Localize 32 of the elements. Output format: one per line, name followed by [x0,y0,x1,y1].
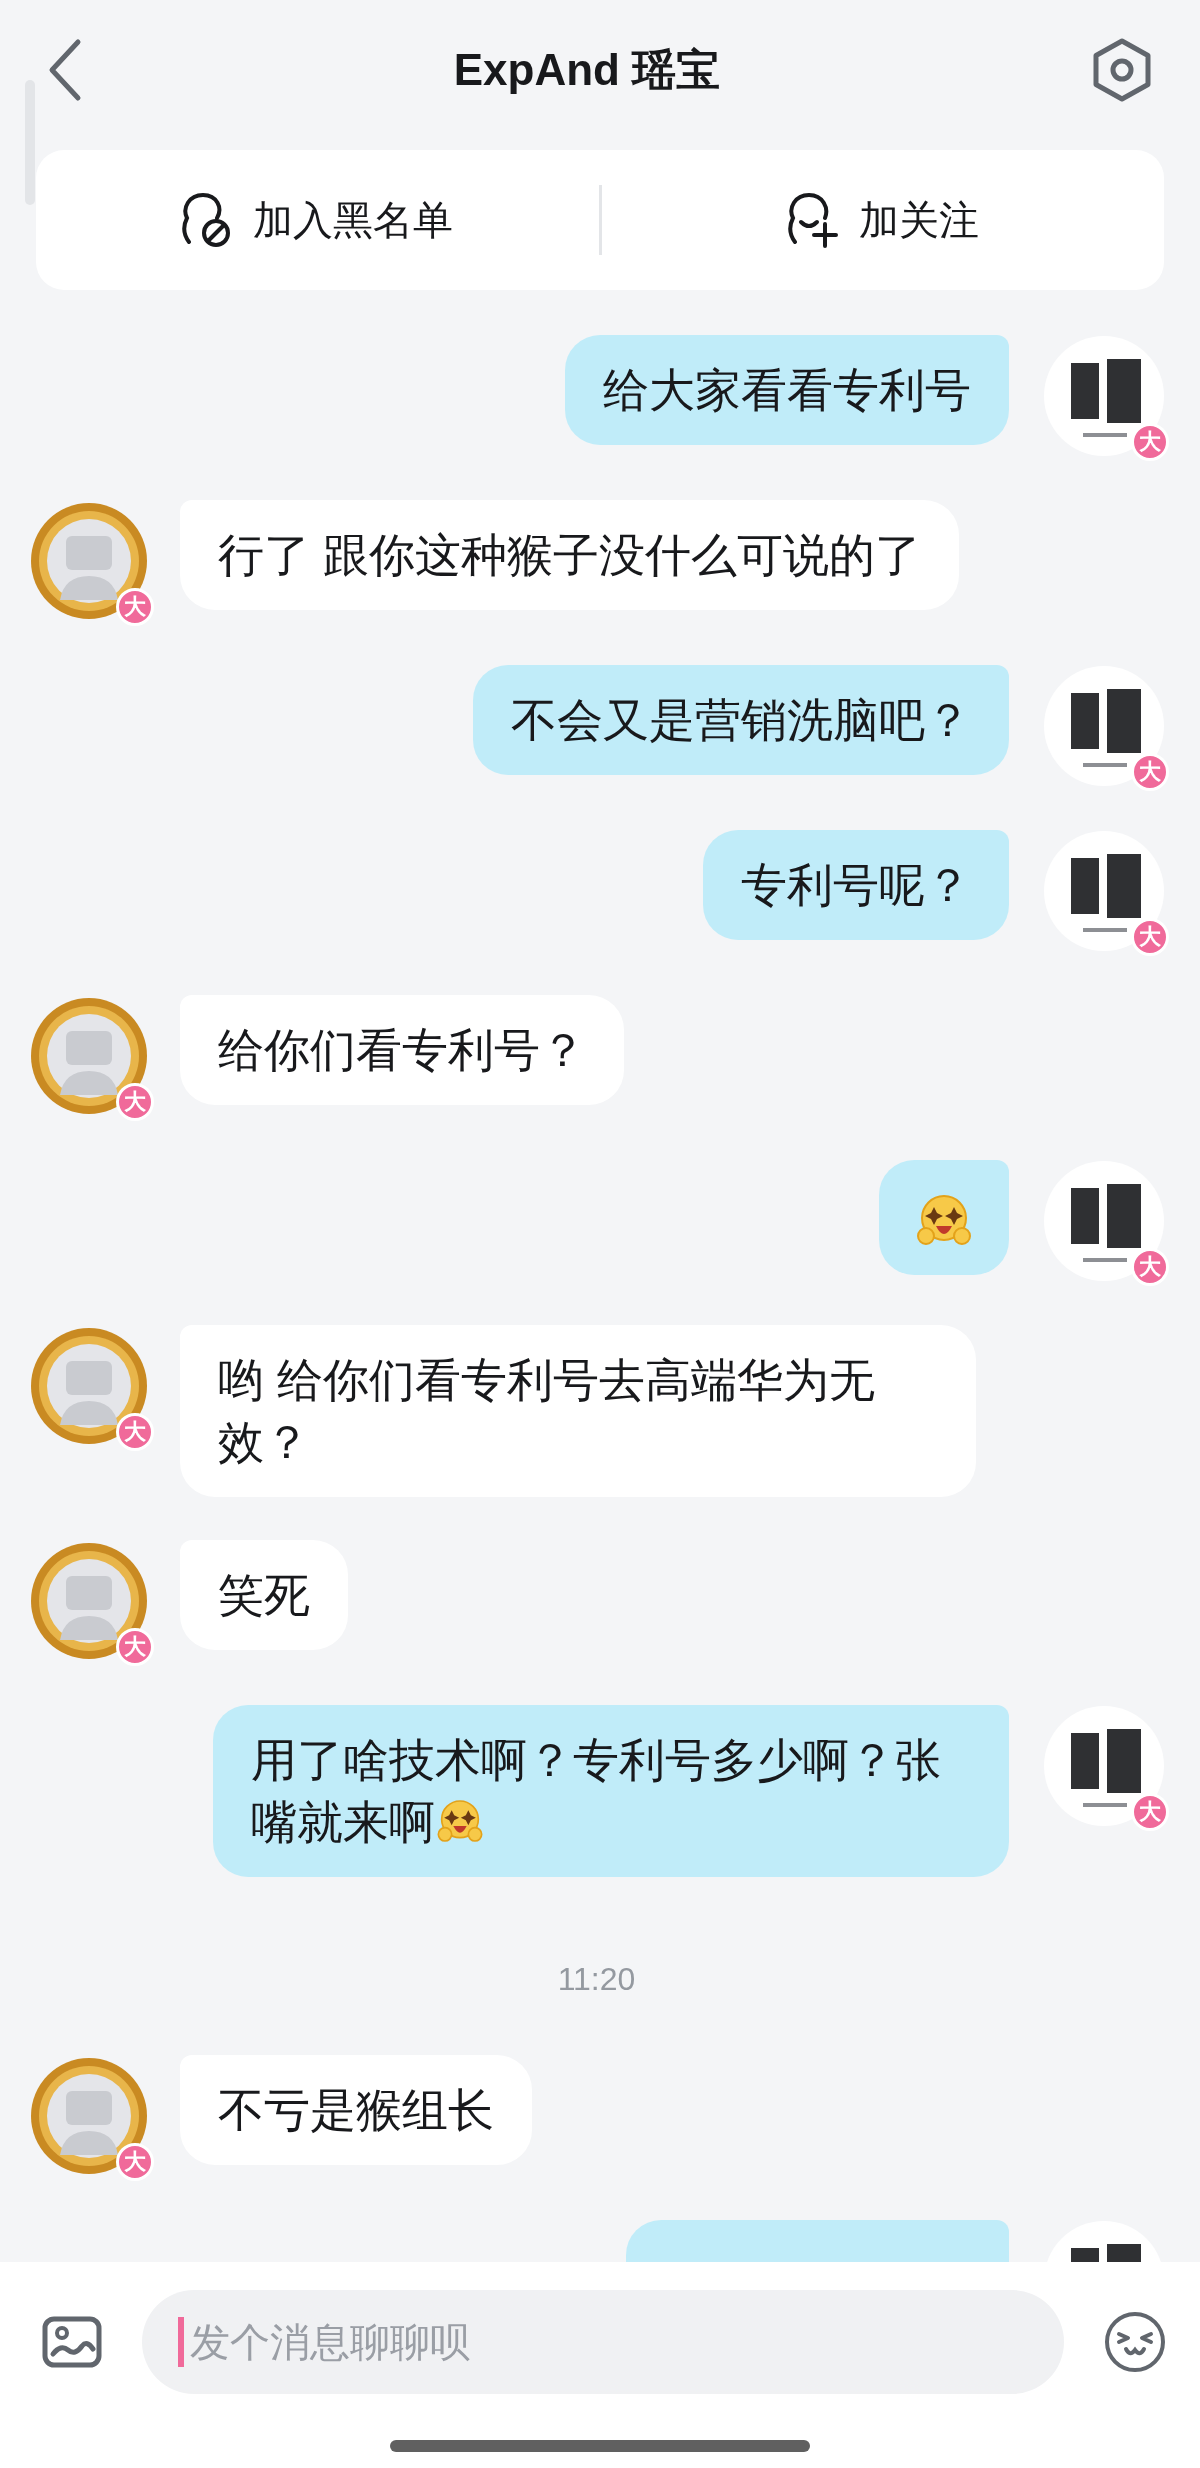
member-badge: 大 [1131,1793,1169,1831]
image-icon [42,2316,102,2368]
member-badge: 大 [116,1083,154,1121]
follow-button[interactable]: 加关注 [601,150,1164,290]
text-cursor [178,2317,184,2367]
add-user-icon [786,192,839,248]
member-badge: 大 [1131,423,1169,461]
timestamp: 11:20 [557,1961,636,1997]
message-bubble: 给你们看专利号？ [180,995,624,1105]
member-badge: 大 [116,1413,154,1451]
message-input[interactable]: 发个消息聊聊呗 [142,2290,1064,2394]
message-bubble: 行了 跟你这种猴子没什么可说的了 [180,500,959,610]
message-bubble: 哟 给你们看专利号去高端华为无效？ [180,1325,976,1497]
message-bubble: 用了啥技术啊？专利号多少啊？张嘴就来啊 [213,1705,1009,1877]
back-icon[interactable] [48,38,82,102]
member-badge: 大 [116,1628,154,1666]
member-badge: 大 [1131,1248,1169,1286]
member-badge: 大 [116,588,154,626]
message-bubble: 给大家看看专利号 [565,335,1009,445]
message-bubble: 不亏是猴组长 [180,2055,532,2165]
message-bubble: 专利号呢？ [703,830,1009,940]
message-bubble: 不会又是营销洗脑吧？ [473,665,1009,775]
image-button[interactable] [42,2316,102,2368]
member-badge: 大 [116,2143,154,2181]
member-badge: 大 [1131,753,1169,791]
message-bubble: 笑死 [180,1540,348,1650]
chat-title: ExpAnd 瑶宝 [453,44,721,96]
member-badge: 大 [1131,918,1169,956]
emoji-face-icon [1104,2311,1166,2373]
emoji-button[interactable] [1104,2311,1166,2373]
blacklist-button[interactable]: 加入黑名单 [36,150,599,290]
settings-icon[interactable] [1092,38,1152,102]
